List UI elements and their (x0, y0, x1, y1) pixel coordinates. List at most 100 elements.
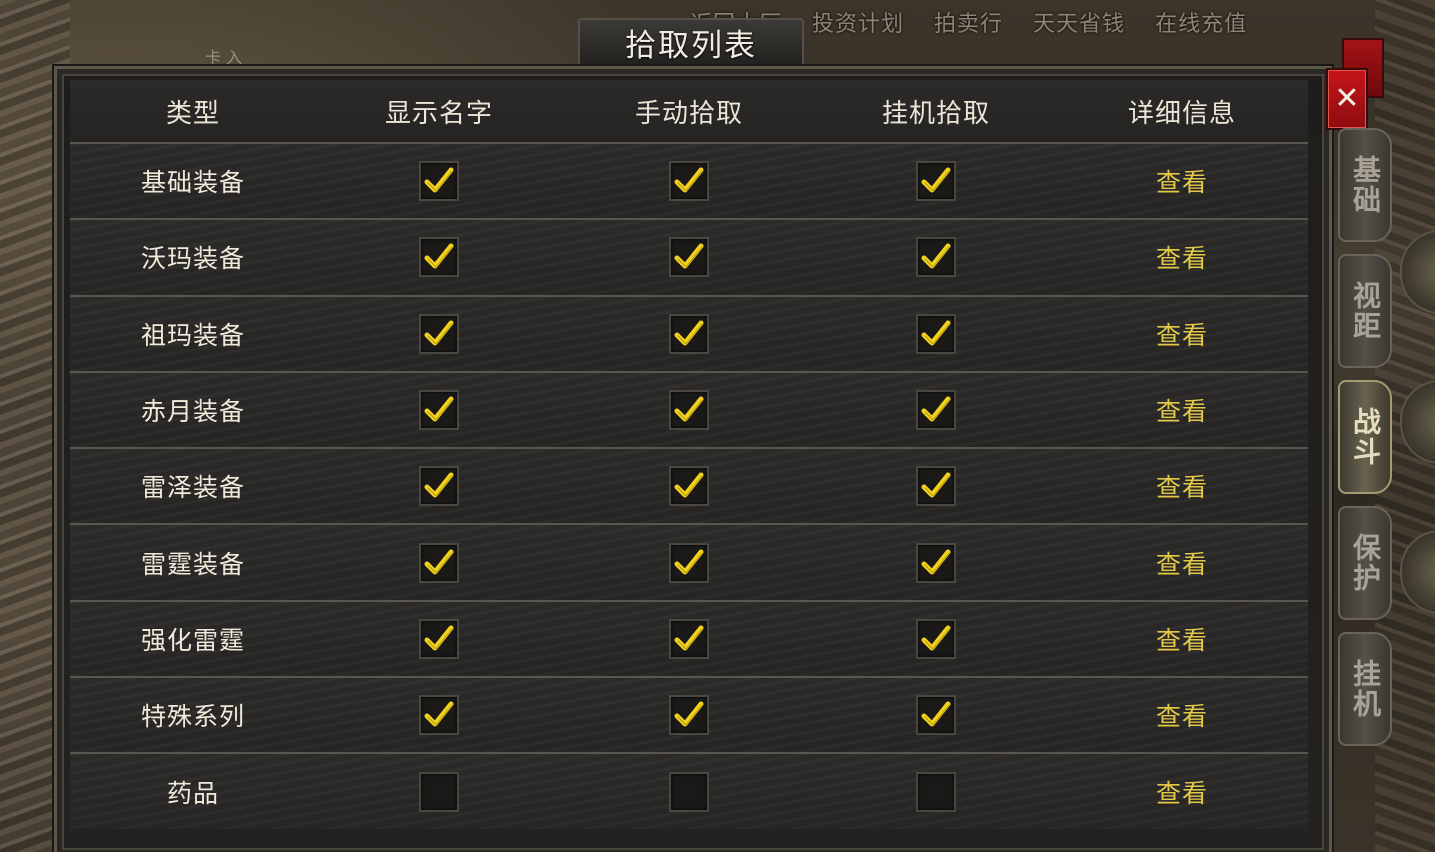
view-details-link[interactable]: 查看 (1156, 468, 1208, 504)
manual-pickup-checkbox[interactable] (669, 161, 709, 202)
checkmark-icon (921, 549, 951, 575)
item-type-label: 赤月装备 (140, 397, 245, 427)
top-menu-recharge[interactable]: 在线充值 (1155, 6, 1247, 38)
checkmark-icon (674, 167, 704, 193)
checkmark-icon (921, 472, 951, 498)
table-row: 雷泽装备 查看 (70, 447, 1308, 524)
top-menu-savings[interactable]: 天天省钱 (1033, 6, 1125, 38)
checkmark-icon (674, 396, 704, 422)
auto-pickup-checkbox[interactable] (916, 161, 956, 202)
auto-pickup-checkbox[interactable] (916, 313, 956, 354)
manual-pickup-checkbox[interactable] (669, 313, 709, 354)
auto-pickup-checkbox[interactable] (916, 771, 956, 812)
view-details-link[interactable]: 查看 (1156, 697, 1208, 733)
pickup-table: 类型 显示名字 手动拾取 挂机拾取 详细信息 基础装备 查看 沃玛装备 查看 祖玛装备查… (70, 80, 1308, 829)
item-type-label: 雷泽装备 (140, 473, 245, 503)
game-scene: 返回大厅 投资计划 拍卖行 天天省钱 在线充值 卡 入 拾取列表 ✕ 类型 显示… (0, 0, 1435, 852)
table-body: 基础装备 查看 沃玛装备 查看 祖玛装备 查看 赤月装备 查看 雷泽装备 查看 雷霆装备 查看 强化雷霆… (70, 142, 1308, 829)
item-type-label: 雷霆装备 (140, 549, 245, 579)
checkmark-icon (674, 625, 704, 651)
side-tab-combat[interactable]: 战斗 (1338, 380, 1392, 494)
auto-pickup-checkbox[interactable] (916, 390, 956, 431)
side-tab-label: 挂机 (1349, 659, 1382, 719)
auto-pickup-checkbox[interactable] (916, 695, 956, 736)
auto-pickup-checkbox[interactable] (916, 237, 956, 278)
close-icon: ✕ (1334, 81, 1360, 116)
show-name-checkbox[interactable] (419, 466, 459, 507)
checkmark-icon (424, 167, 454, 193)
checkmark-icon (424, 320, 454, 346)
view-details-link[interactable]: 查看 (1156, 545, 1208, 581)
close-button[interactable]: ✕ (1326, 68, 1368, 130)
show-name-checkbox[interactable] (419, 771, 459, 812)
checkmark-icon (424, 549, 454, 575)
checkmark-icon (674, 472, 704, 498)
manual-pickup-checkbox[interactable] (669, 618, 709, 659)
show-name-checkbox[interactable] (419, 542, 459, 583)
checkmark-icon (921, 701, 951, 727)
manual-pickup-checkbox[interactable] (669, 237, 709, 278)
manual-pickup-checkbox[interactable] (669, 466, 709, 507)
checkmark-icon (424, 396, 454, 422)
table-header-row: 类型 显示名字 手动拾取 挂机拾取 详细信息 (70, 80, 1308, 142)
checkmark-icon (674, 701, 704, 727)
table-row: 药品 查看 (70, 752, 1308, 829)
show-name-checkbox[interactable] (419, 390, 459, 431)
manual-pickup-checkbox[interactable] (669, 390, 709, 431)
manual-pickup-checkbox[interactable] (669, 542, 709, 583)
side-tab-label: 保护 (1349, 533, 1382, 593)
show-name-checkbox[interactable] (419, 237, 459, 278)
manual-pickup-checkbox[interactable] (669, 695, 709, 736)
table-row: 特殊系列 查看 (70, 676, 1308, 753)
table-row: 沃玛装备 查看 (70, 218, 1308, 295)
checkmark-icon (424, 625, 454, 651)
show-name-checkbox[interactable] (419, 161, 459, 202)
header-show-name: 显示名字 (384, 98, 493, 129)
side-tab-protection[interactable]: 保护 (1338, 506, 1392, 620)
top-menu-auction[interactable]: 拍卖行 (934, 6, 1003, 38)
header-detail: 详细信息 (1127, 98, 1236, 129)
side-tab-label: 战斗 (1349, 407, 1382, 467)
side-tab-view-distance[interactable]: 视距 (1338, 254, 1392, 368)
top-menu-investment[interactable]: 投资计划 (812, 6, 904, 38)
item-type-label: 特殊系列 (140, 702, 245, 732)
view-details-link[interactable]: 查看 (1156, 163, 1208, 199)
table-row: 雷霆装备 查看 (70, 523, 1308, 600)
checkmark-icon (674, 243, 704, 269)
item-type-label: 药品 (166, 778, 219, 808)
auto-pickup-checkbox[interactable] (916, 542, 956, 583)
checkmark-icon (674, 320, 704, 346)
show-name-checkbox[interactable] (419, 618, 459, 659)
header-manual-pickup: 手动拾取 (634, 98, 743, 129)
checkmark-icon (921, 320, 951, 346)
item-type-label: 沃玛装备 (140, 244, 245, 274)
side-tab-auto-battle[interactable]: 挂机 (1338, 632, 1392, 746)
view-details-link[interactable]: 查看 (1156, 392, 1208, 428)
side-tab-basic[interactable]: 基础 (1338, 128, 1392, 242)
auto-pickup-checkbox[interactable] (916, 618, 956, 659)
header-auto-pickup: 挂机拾取 (881, 98, 990, 129)
table-row: 基础装备 查看 (70, 142, 1308, 219)
header-type: 类型 (165, 98, 220, 129)
checkmark-icon (424, 701, 454, 727)
side-tab-label: 视距 (1349, 281, 1382, 341)
checkmark-icon (424, 472, 454, 498)
view-details-link[interactable]: 查看 (1156, 621, 1208, 657)
checkmark-icon (424, 243, 454, 269)
checkmark-icon (921, 625, 951, 651)
manual-pickup-checkbox[interactable] (669, 771, 709, 812)
table-row: 赤月装备 查看 (70, 370, 1308, 448)
view-details-link[interactable]: 查看 (1156, 316, 1208, 352)
table-row: 祖玛装备 查看 (70, 294, 1308, 371)
show-name-checkbox[interactable] (419, 695, 459, 736)
dialog-title: 拾取列表 (625, 27, 757, 64)
auto-pickup-checkbox[interactable] (916, 466, 956, 507)
item-type-label: 基础装备 (140, 168, 245, 198)
show-name-checkbox[interactable] (419, 313, 459, 354)
checkmark-icon (921, 396, 951, 422)
view-details-link[interactable]: 查看 (1156, 239, 1208, 275)
table-row: 强化雷霆 查看 (70, 599, 1308, 677)
item-type-label: 祖玛装备 (140, 320, 245, 350)
view-details-link[interactable]: 查看 (1156, 774, 1208, 810)
item-type-label: 强化雷霆 (140, 625, 245, 655)
